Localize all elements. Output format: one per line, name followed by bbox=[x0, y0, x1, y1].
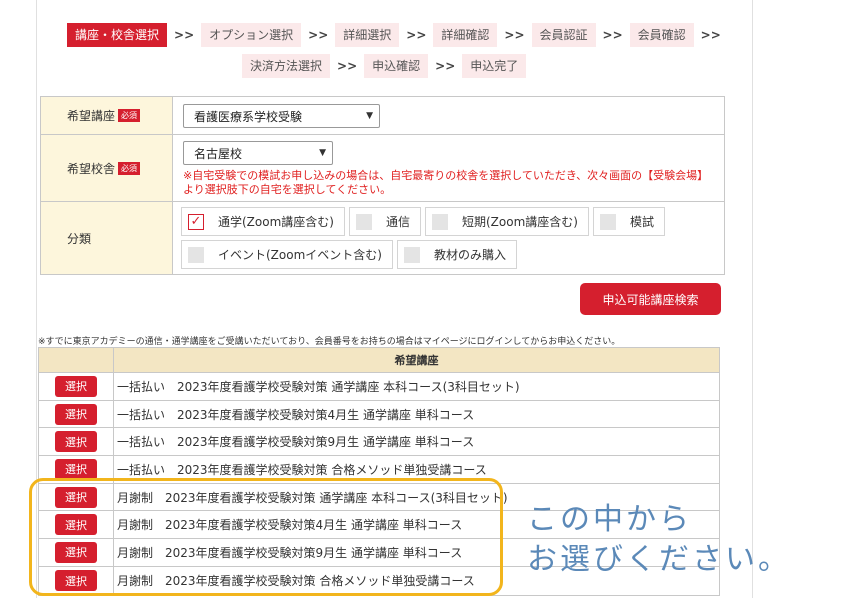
step-separator: >> bbox=[308, 28, 329, 42]
category-checkbox-event[interactable]: イベント(Zoomイベント含む) bbox=[181, 240, 393, 269]
category-label: 分類 bbox=[67, 231, 92, 246]
checkbox-icon bbox=[599, 213, 616, 230]
step-application-complete: 申込完了 bbox=[462, 54, 527, 78]
checkbox-icon bbox=[403, 246, 420, 263]
category-checkbox-materials[interactable]: 教材のみ購入 bbox=[396, 240, 517, 269]
selection-form: 希望講座 必須 看護医療系学校受験 ▼ 希望校舎 必須 名古屋校 ▼ ※自宅受験… bbox=[40, 96, 725, 275]
course-field-cell: 看護医療系学校受験 ▼ bbox=[173, 97, 724, 134]
course-name: 一括払い 2023年度看護学校受験対策4月生 通学講座 単科コース bbox=[117, 407, 475, 422]
category-label-event: イベント(Zoomイベント含む) bbox=[218, 248, 382, 262]
category-row: 分類 ✓ 通学(Zoom講座含む) 通信 短期(Zoom講座含む) 模試 イベン… bbox=[41, 202, 724, 274]
step-detail-confirm: 詳細確認 bbox=[433, 23, 498, 47]
annotation-line-1: この中から bbox=[527, 502, 692, 537]
category-label-cell: 分類 bbox=[41, 202, 173, 274]
school-field-cell: 名古屋校 ▼ ※自宅受験での模試お申し込みの場合は、自宅最寄りの校舎を選択してい… bbox=[173, 135, 724, 201]
step-separator: >> bbox=[602, 28, 623, 42]
school-row: 希望校舎 必須 名古屋校 ▼ ※自宅受験での模試お申し込みの場合は、自宅最寄りの… bbox=[41, 135, 724, 202]
category-checkbox-commute[interactable]: ✓ 通学(Zoom講座含む) bbox=[181, 207, 345, 236]
category-label-mock-exam: 模試 bbox=[629, 215, 654, 229]
step-option-select: オプション選択 bbox=[201, 23, 302, 47]
step-row-2: 決済方法選択 >> 申込確認 >> 申込完了 bbox=[242, 53, 740, 79]
category-checkbox-correspondence[interactable]: 通信 bbox=[348, 207, 421, 236]
course-select[interactable]: 看護医療系学校受験 ▼ bbox=[183, 104, 380, 128]
category-label-commute: 通学(Zoom講座含む) bbox=[218, 215, 334, 229]
step-application-confirm: 申込確認 bbox=[364, 54, 429, 78]
step-separator: >> bbox=[174, 28, 195, 42]
checkbox-icon bbox=[431, 213, 448, 230]
select-cell: 選択 bbox=[39, 428, 114, 456]
step-separator: >> bbox=[700, 28, 721, 42]
category-field-cell: ✓ 通学(Zoom講座含む) 通信 短期(Zoom講座含む) 模試 イベント(Z… bbox=[173, 202, 724, 274]
category-checkbox-mock-exam[interactable]: 模試 bbox=[592, 207, 665, 236]
course-name: 一括払い 2023年度看護学校受験対策 通学講座 本科コース(3科目セット) bbox=[117, 379, 520, 394]
course-name: 一括払い 2023年度看護学校受験対策9月生 通学講座 単科コース bbox=[117, 435, 475, 450]
category-checkbox-short-term[interactable]: 短期(Zoom講座含む) bbox=[424, 207, 589, 236]
school-select[interactable]: 名古屋校 ▼ bbox=[183, 141, 333, 165]
table-row: 選択 一括払い 2023年度看護学校受験対策4月生 通学講座 単科コース bbox=[39, 400, 719, 429]
select-button[interactable]: 選択 bbox=[55, 431, 97, 453]
step-detail-select: 詳細選択 bbox=[335, 23, 400, 47]
step-course-select: 講座・校舎選択 bbox=[67, 23, 168, 47]
highlight-frame bbox=[29, 478, 503, 596]
step-progress: 講座・校舎選択 >> オプション選択 >> 詳細選択 >> 詳細確認 >> 会員… bbox=[60, 22, 740, 79]
category-label-correspondence: 通信 bbox=[385, 215, 410, 229]
required-badge: 必須 bbox=[118, 161, 141, 175]
category-label-materials: 教材のみ購入 bbox=[433, 248, 506, 262]
step-separator: >> bbox=[406, 28, 427, 42]
category-checkbox-group: ✓ 通学(Zoom講座含む) 通信 短期(Zoom講座含む) 模試 イベント(Z… bbox=[181, 207, 716, 269]
login-notice: ※すでに東京アカデミーの通信・通学講座をご受講いただいており、会員番号をお持ちの… bbox=[38, 337, 621, 347]
school-label-cell: 希望校舎 必須 bbox=[41, 135, 173, 201]
select-cell: 選択 bbox=[39, 373, 114, 400]
step-payment-select: 決済方法選択 bbox=[242, 54, 331, 78]
required-badge: 必須 bbox=[118, 109, 141, 122]
annotation-line-2: お選びください。 bbox=[527, 542, 791, 577]
select-button[interactable]: 選択 bbox=[55, 403, 97, 425]
table-row: 選択 一括払い 2023年度看護学校受験対策 通学講座 本科コース(3科目セット… bbox=[39, 373, 719, 401]
table-row: 選択 一括払い 2023年度看護学校受験対策9月生 通学講座 単科コース bbox=[39, 428, 719, 457]
school-label: 希望校舎 bbox=[67, 161, 116, 176]
course-name: 一括払い 2023年度看護学校受験対策 合格メソッド単独受講コース bbox=[117, 462, 487, 477]
checkbox-icon bbox=[188, 246, 204, 263]
step-member-auth: 会員認証 bbox=[531, 23, 596, 47]
step-row-1: 講座・校舎選択 >> オプション選択 >> 詳細選択 >> 詳細確認 >> 会員… bbox=[67, 22, 740, 48]
header-blank-cell bbox=[39, 348, 114, 372]
step-member-confirm: 会員確認 bbox=[629, 23, 694, 47]
step-separator: >> bbox=[504, 28, 525, 42]
school-note: ※自宅受験での模試お申し込みの場合は、自宅最寄りの校舎を選択していただき、次々画… bbox=[183, 169, 709, 196]
select-button[interactable]: 選択 bbox=[55, 375, 97, 397]
category-label-short-term: 短期(Zoom講座含む) bbox=[461, 215, 578, 229]
course-label: 希望講座 bbox=[67, 109, 116, 123]
course-table-header: 希望講座 bbox=[39, 348, 719, 373]
course-column-header: 希望講座 bbox=[394, 354, 439, 367]
annotation-text: この中から お選びください。 bbox=[527, 500, 791, 580]
course-row: 希望講座 必須 看護医療系学校受験 ▼ bbox=[41, 97, 724, 135]
school-select-value: 名古屋校 bbox=[194, 146, 243, 161]
step-separator: >> bbox=[337, 59, 358, 73]
course-select-value: 看護医療系学校受験 bbox=[194, 109, 303, 124]
chevron-down-icon: ▼ bbox=[319, 148, 326, 158]
checkbox-icon bbox=[355, 213, 372, 230]
chevron-down-icon: ▼ bbox=[366, 111, 373, 121]
select-button[interactable]: 選択 bbox=[55, 458, 97, 480]
course-label-cell: 希望講座 必須 bbox=[41, 97, 173, 134]
checkbox-checked-icon: ✓ bbox=[188, 213, 204, 230]
search-courses-button[interactable]: 申込可能講座検索 bbox=[580, 283, 721, 315]
select-cell: 選択 bbox=[39, 400, 114, 428]
step-separator: >> bbox=[435, 59, 456, 73]
